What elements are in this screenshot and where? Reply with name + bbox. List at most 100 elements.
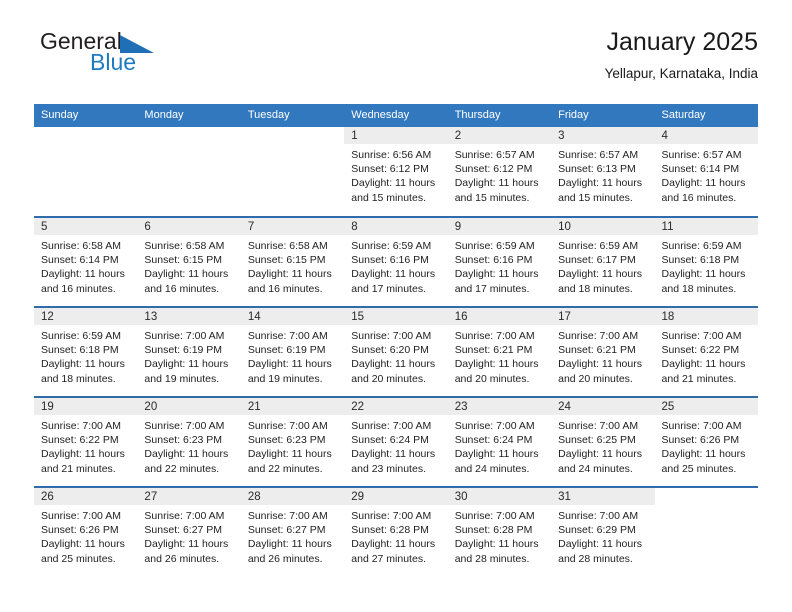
day-cell-content: 28 Sunrise: 7:00 AM Sunset: 6:27 PM Dayligh… [240, 488, 345, 576]
day-number [34, 127, 137, 144]
day-cell-content: 22 Sunrise: 7:00 AM Sunset: 6:24 PM Dayligh… [344, 398, 448, 486]
sunrise-text: Sunrise: 7:00 AM [351, 510, 432, 522]
daylight-text: Daylight: 11 hours and 16 minutes. [247, 268, 332, 295]
calendar-day-cell[interactable]: 8 Sunrise: 6:59 AM Sunset: 6:16 PM Daylight… [344, 216, 448, 307]
calendar-day-cell[interactable]: 23 Sunrise: 7:00 AM Sunset: 6:24 PM Dayligh… [447, 396, 552, 487]
day-number: 25 [654, 398, 758, 415]
calendar-day-cell[interactable] [34, 127, 138, 217]
calendar-day-cell[interactable]: 30 Sunrise: 7:00 AM Sunset: 6:28 PM Dayligh… [447, 486, 552, 577]
calendar-day-cell[interactable]: 19 Sunrise: 7:00 AM Sunset: 6:22 PM Dayligh… [34, 396, 138, 487]
page-subtitle: Yellapur, Karnataka, India [604, 66, 758, 81]
calendar-day-cell[interactable]: 7 Sunrise: 6:58 AM Sunset: 6:15 PM Daylight… [240, 216, 345, 307]
day-cell-content: 29 Sunrise: 7:00 AM Sunset: 6:28 PM Dayligh… [344, 488, 448, 576]
daylight-text: Daylight: 11 hours and 17 minutes. [454, 268, 539, 295]
calendar-day-cell[interactable]: 10 Sunrise: 6:59 AM Sunset: 6:17 PM Dayligh… [551, 216, 655, 307]
calendar-day-cell[interactable]: 22 Sunrise: 7:00 AM Sunset: 6:24 PM Dayligh… [344, 396, 448, 487]
calendar-day-cell[interactable]: 21 Sunrise: 7:00 AM Sunset: 6:23 PM Dayligh… [240, 396, 345, 487]
day-number: 5 [34, 218, 138, 235]
day-cell-content: 1 Sunrise: 6:56 AM Sunset: 6:12 PM Daylight… [344, 127, 448, 215]
day-cell-content: 9 Sunrise: 6:59 AM Sunset: 6:16 PM Daylight… [447, 218, 552, 306]
calendar-day-cell[interactable]: 24 Sunrise: 7:00 AM Sunset: 6:25 PM Dayligh… [551, 396, 655, 487]
calendar-day-cell[interactable]: 16 Sunrise: 7:00 AM Sunset: 6:21 PM Dayligh… [447, 306, 552, 397]
calendar-week-row: 26 Sunrise: 7:00 AM Sunset: 6:26 PM Dayligh… [34, 486, 758, 577]
calendar-day-cell[interactable]: 20 Sunrise: 7:00 AM Sunset: 6:23 PM Dayligh… [137, 396, 241, 487]
day-number: 7 [240, 218, 345, 235]
day-number: 14 [240, 308, 345, 325]
calendar-week-row: 12 Sunrise: 6:59 AM Sunset: 6:18 PM Dayligh… [34, 306, 758, 397]
sunset-text: Sunset: 6:26 PM [661, 434, 740, 447]
day-number: 18 [654, 308, 758, 325]
day-details: Sunrise: 6:57 AM Sunset: 6:14 PM Daylight:… [655, 144, 758, 205]
day-cell-content: 18 Sunrise: 7:00 AM Sunset: 6:22 PM Dayligh… [654, 308, 758, 396]
day-details: Sunrise: 7:00 AM Sunset: 6:19 PM Daylight:… [241, 325, 344, 386]
day-cell-content: 10 Sunrise: 6:59 AM Sunset: 6:17 PM Dayligh… [551, 218, 655, 306]
daylight-text: Daylight: 11 hours and 16 minutes. [144, 268, 229, 295]
day-number: 12 [34, 308, 138, 325]
day-cell-content: 24 Sunrise: 7:00 AM Sunset: 6:25 PM Dayligh… [551, 398, 655, 486]
sunrise-text: Sunrise: 6:57 AM [558, 149, 639, 161]
calendar-day-cell[interactable]: 29 Sunrise: 7:00 AM Sunset: 6:28 PM Dayligh… [344, 486, 448, 577]
day-cell-content: 2 Sunrise: 6:57 AM Sunset: 6:12 PM Daylight… [447, 127, 552, 215]
daylight-text: Daylight: 11 hours and 17 minutes. [351, 268, 436, 295]
daylight-text: Daylight: 11 hours and 19 minutes. [247, 358, 332, 385]
daylight-text: Daylight: 11 hours and 25 minutes. [41, 538, 125, 565]
calendar-day-cell[interactable]: 11 Sunrise: 6:59 AM Sunset: 6:18 PM Dayligh… [654, 216, 758, 307]
sunrise-text: Sunrise: 7:00 AM [558, 510, 639, 522]
calendar-day-cell[interactable]: 6 Sunrise: 6:58 AM Sunset: 6:15 PM Daylight… [137, 216, 241, 307]
calendar-day-cell[interactable]: 18 Sunrise: 7:00 AM Sunset: 6:22 PM Dayligh… [654, 306, 758, 397]
sunset-text: Sunset: 6:12 PM [351, 163, 429, 176]
calendar-day-cell[interactable] [240, 127, 345, 217]
sunrise-text: Sunrise: 6:59 AM [351, 240, 432, 252]
daylight-text: Daylight: 11 hours and 21 minutes. [661, 358, 746, 385]
calendar-day-cell[interactable]: 9 Sunrise: 6:59 AM Sunset: 6:16 PM Daylight… [447, 216, 552, 307]
sunset-text: Sunset: 6:27 PM [247, 524, 326, 537]
day-cell-content [137, 127, 240, 215]
day-details: Sunrise: 7:00 AM Sunset: 6:20 PM Daylight:… [344, 325, 447, 386]
day-number: 13 [137, 308, 241, 325]
sunset-text: Sunset: 6:25 PM [558, 434, 636, 447]
sunrise-text: Sunrise: 7:00 AM [351, 330, 432, 342]
calendar-day-cell[interactable]: 15 Sunrise: 7:00 AM Sunset: 6:20 PM Dayligh… [344, 306, 448, 397]
sunrise-text: Sunrise: 7:00 AM [41, 420, 121, 432]
daylight-text: Daylight: 11 hours and 28 minutes. [454, 538, 539, 565]
day-cell-content: 15 Sunrise: 7:00 AM Sunset: 6:20 PM Dayligh… [344, 308, 448, 396]
calendar-day-cell[interactable]: 26 Sunrise: 7:00 AM Sunset: 6:26 PM Dayligh… [34, 486, 138, 577]
calendar-day-cell[interactable]: 13 Sunrise: 7:00 AM Sunset: 6:19 PM Dayligh… [137, 306, 241, 397]
sunrise-text: Sunrise: 7:00 AM [247, 510, 328, 522]
calendar-day-cell[interactable]: 17 Sunrise: 7:00 AM Sunset: 6:21 PM Dayligh… [551, 306, 655, 397]
calendar-day-cell[interactable]: 3 Sunrise: 6:57 AM Sunset: 6:13 PM Daylight… [551, 127, 655, 217]
day-cell-content: 31 Sunrise: 7:00 AM Sunset: 6:29 PM Dayligh… [551, 488, 655, 576]
calendar-day-cell[interactable]: 31 Sunrise: 7:00 AM Sunset: 6:29 PM Dayligh… [551, 486, 655, 577]
calendar-day-cell[interactable]: 12 Sunrise: 6:59 AM Sunset: 6:18 PM Dayligh… [34, 306, 138, 397]
calendar-day-cell[interactable] [137, 127, 241, 217]
calendar-table: Sunday Monday Tuesday Wednesday Thursday… [34, 104, 758, 577]
daylight-text: Daylight: 11 hours and 16 minutes. [41, 268, 125, 295]
sunset-text: Sunset: 6:18 PM [41, 344, 119, 357]
calendar-day-cell[interactable]: 25 Sunrise: 7:00 AM Sunset: 6:26 PM Dayligh… [654, 396, 758, 487]
calendar-day-cell[interactable]: 14 Sunrise: 7:00 AM Sunset: 6:19 PM Dayligh… [240, 306, 345, 397]
day-cell-content: 16 Sunrise: 7:00 AM Sunset: 6:21 PM Dayligh… [447, 308, 552, 396]
calendar-day-cell[interactable]: 5 Sunrise: 6:58 AM Sunset: 6:14 PM Daylight… [34, 216, 138, 307]
day-details: Sunrise: 7:00 AM Sunset: 6:22 PM Daylight:… [655, 325, 758, 386]
brand-logo[interactable]: General Blue [34, 26, 294, 92]
day-cell-content: 14 Sunrise: 7:00 AM Sunset: 6:19 PM Dayligh… [240, 308, 345, 396]
calendar-day-cell[interactable]: 4 Sunrise: 6:57 AM Sunset: 6:14 PM Daylight… [654, 127, 758, 217]
calendar-day-cell[interactable]: 28 Sunrise: 7:00 AM Sunset: 6:27 PM Dayligh… [240, 486, 345, 577]
day-number: 1 [344, 127, 448, 144]
calendar-day-cell[interactable] [654, 486, 758, 577]
sunset-text: Sunset: 6:14 PM [41, 254, 119, 267]
calendar-day-cell[interactable]: 2 Sunrise: 6:57 AM Sunset: 6:12 PM Daylight… [447, 127, 552, 217]
day-details: Sunrise: 7:00 AM Sunset: 6:26 PM Daylight:… [655, 415, 758, 476]
day-cell-content [655, 488, 758, 576]
sunrise-text: Sunrise: 7:00 AM [144, 510, 225, 522]
sunset-text: Sunset: 6:17 PM [558, 254, 636, 267]
day-cell-content: 7 Sunrise: 6:58 AM Sunset: 6:15 PM Daylight… [240, 218, 345, 306]
weekday-header-tuesday: Tuesday [240, 104, 345, 127]
calendar-day-cell[interactable]: 1 Sunrise: 6:56 AM Sunset: 6:12 PM Daylight… [344, 127, 448, 217]
calendar-day-cell[interactable]: 27 Sunrise: 7:00 AM Sunset: 6:27 PM Dayligh… [137, 486, 241, 577]
sunset-text: Sunset: 6:15 PM [247, 254, 326, 267]
daylight-text: Daylight: 11 hours and 15 minutes. [558, 177, 642, 204]
day-cell-content: 5 Sunrise: 6:58 AM Sunset: 6:14 PM Daylight… [34, 218, 138, 306]
day-cell-content: 27 Sunrise: 7:00 AM Sunset: 6:27 PM Dayligh… [137, 488, 241, 576]
sunrise-text: Sunrise: 7:00 AM [247, 330, 328, 342]
